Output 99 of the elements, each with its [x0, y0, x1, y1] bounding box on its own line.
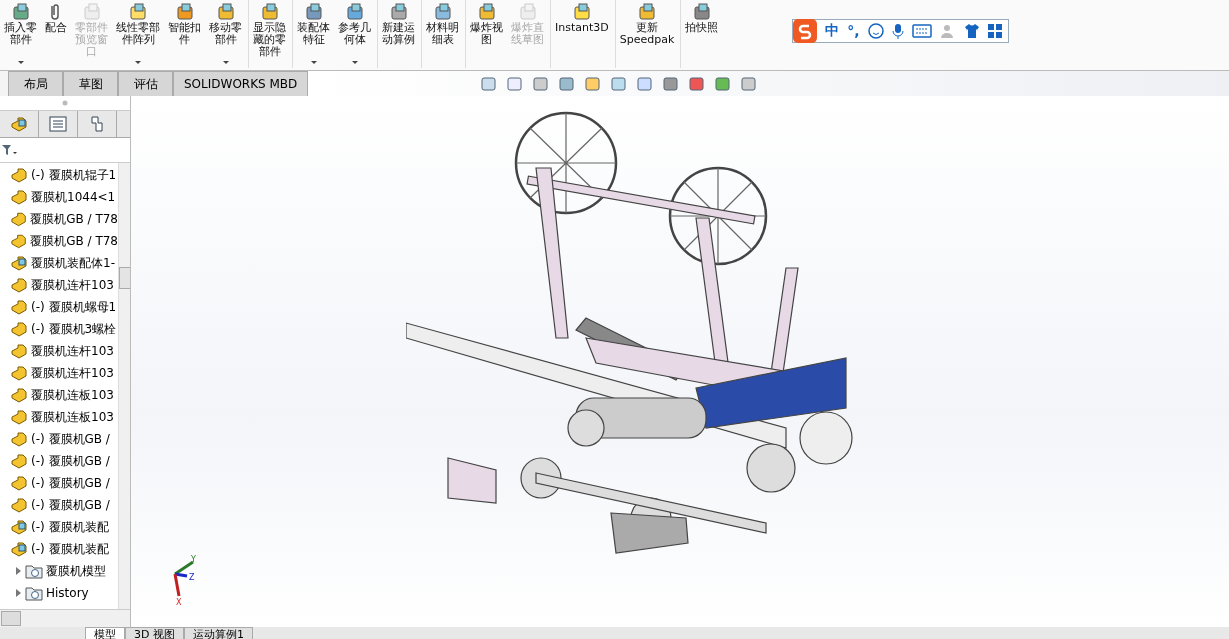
- part-icon: [10, 211, 28, 227]
- horizontal-scrollbar[interactable]: [0, 609, 130, 627]
- caret-icon: [17, 61, 24, 64]
- assembly-icon: [10, 519, 28, 535]
- tree-item[interactable]: (-) 覆膜机3螺栓: [31, 320, 117, 338]
- part-icon: [10, 431, 28, 447]
- part-icon: [10, 387, 28, 403]
- part-icon: [10, 299, 28, 315]
- part-icon: [10, 497, 28, 513]
- toolbar-button[interactable]: 移动零 部件: [205, 0, 246, 68]
- toolbar-button[interactable]: 更新 Speedpak: [614, 0, 679, 68]
- toolbar-button[interactable]: 爆炸视 图: [465, 0, 507, 68]
- toolbar-button[interactable]: 新建运 动算例: [377, 0, 419, 68]
- toolbar-button[interactable]: 智能扣 件: [164, 0, 205, 68]
- toolbar-button[interactable]: 拍快照: [680, 0, 723, 68]
- bottom-tab[interactable]: 3D 视图: [125, 627, 184, 639]
- smiley-icon[interactable]: [867, 23, 884, 39]
- part-icon: [10, 453, 28, 469]
- keyboard-icon[interactable]: [911, 24, 932, 38]
- ribbon-tab[interactable]: 布局: [8, 71, 63, 96]
- part-icon: [10, 167, 28, 183]
- toolbar-tool-icon: [388, 2, 409, 22]
- toolbar-tool-icon: [215, 2, 236, 22]
- microphone-icon[interactable]: [891, 23, 904, 39]
- tree-item[interactable]: 覆膜机1044<1: [31, 188, 116, 206]
- toolbar-tool-icon: [344, 2, 365, 22]
- toolbar-tool-icon: [259, 2, 280, 22]
- toolbar-button[interactable]: Instant3D: [550, 0, 613, 68]
- tree-item[interactable]: 覆膜机装配体1-: [31, 254, 115, 272]
- tree-item[interactable]: (-) 覆膜机装配: [31, 540, 109, 558]
- tree-item[interactable]: 覆膜机连杆103: [31, 342, 114, 360]
- tree-item[interactable]: (-) 覆膜机GB /: [31, 496, 110, 514]
- toolbar-tool-icon: [571, 2, 592, 22]
- tree-item[interactable]: 覆膜机GB / T78: [30, 232, 118, 250]
- toolbar-button[interactable]: 配合: [41, 0, 71, 68]
- filter-icon[interactable]: [2, 144, 18, 156]
- camera-icon: [691, 2, 712, 22]
- ime-punctuation-text[interactable]: °,: [847, 23, 860, 39]
- toolbar-tool-icon: [128, 2, 148, 22]
- tree-item[interactable]: 覆膜机连杆103: [31, 276, 114, 294]
- caret-icon: [351, 61, 358, 64]
- toolbar-button[interactable]: 显示隐 藏的零 部件: [248, 0, 290, 68]
- tree-item[interactable]: 覆膜机连板103: [31, 386, 114, 404]
- configuration-icon: [90, 116, 104, 132]
- z-axis-label: Z: [189, 573, 195, 582]
- tree-item[interactable]: 覆膜机GB / T78: [30, 210, 118, 228]
- ribbon-tab[interactable]: SOLIDWORKS MBD: [173, 71, 309, 96]
- ribbon-tab[interactable]: 草图: [63, 71, 118, 96]
- caret-icon: [310, 61, 317, 64]
- folder-icon: [25, 563, 43, 579]
- tree-item[interactable]: 覆膜机模型: [46, 562, 106, 580]
- toolbar-tool-icon: [174, 2, 195, 22]
- part-icon: [10, 233, 28, 249]
- toolbar-tool-icon: [637, 2, 658, 22]
- caret-icon: [135, 61, 141, 64]
- tree-item[interactable]: (-) 覆膜机GB /: [31, 452, 110, 470]
- toolbar-tool-icon: [10, 2, 31, 22]
- bottom-tab[interactable]: 运动算例1: [183, 627, 253, 639]
- part-icon: [10, 365, 28, 381]
- tree-item[interactable]: (-) 覆膜机GB /: [31, 474, 110, 492]
- expand-arrow-icon[interactable]: [14, 567, 22, 575]
- grid-icon[interactable]: [987, 24, 1002, 38]
- part-icon: [10, 277, 28, 293]
- tree-item[interactable]: (-) 覆膜机GB /: [31, 430, 110, 448]
- ime-mode-text[interactable]: 中: [825, 22, 840, 40]
- caret-icon: [222, 61, 229, 64]
- user-icon[interactable]: [939, 23, 956, 39]
- tree-item[interactable]: 覆膜机连杆103: [31, 364, 114, 382]
- part-icon: [10, 343, 28, 359]
- toolbar-button[interactable]: 材料明 细表: [421, 0, 463, 68]
- tree-item[interactable]: (-) 覆膜机辊子1: [31, 166, 117, 184]
- vertical-scrollbar[interactable]: [118, 163, 130, 609]
- toolbar-tool-icon: [303, 2, 324, 22]
- toolbar-button[interactable]: 参考几 何体: [334, 0, 375, 68]
- part-icon: [10, 475, 28, 491]
- toolbar-button[interactable]: 线性零部 件阵列: [112, 0, 164, 68]
- part-icon: [10, 321, 28, 337]
- toolbar-button[interactable]: 装配体 特征: [292, 0, 334, 68]
- y-axis-label: Y: [191, 555, 196, 564]
- ribbon-tab[interactable]: 评估: [118, 71, 173, 96]
- tree-item[interactable]: 覆膜机连板103: [31, 408, 114, 426]
- toolbar-button[interactable]: 插入零 部件: [0, 0, 41, 68]
- part-icon: [10, 409, 28, 425]
- tree-item[interactable]: History: [46, 586, 89, 600]
- bottom-tab[interactable]: 模型: [85, 627, 125, 639]
- assembly-icon: [10, 116, 28, 132]
- assembly-icon: [10, 541, 28, 557]
- shirt-icon[interactable]: [963, 23, 980, 39]
- grip-icon[interactable]: [62, 100, 68, 106]
- toolbar-tool-icon: [476, 2, 497, 22]
- tree-item[interactable]: (-) 覆膜机装配: [31, 518, 109, 536]
- part-icon: [10, 189, 28, 205]
- tree-item[interactable]: (-) 覆膜机螺母1: [31, 298, 117, 316]
- x-axis-label: X: [176, 598, 182, 606]
- toolbar-tool-icon: [432, 2, 453, 22]
- expand-arrow-icon[interactable]: [14, 589, 22, 597]
- assembly-icon: [10, 255, 28, 271]
- list-icon: [49, 116, 67, 132]
- history-folder-icon: [25, 585, 43, 601]
